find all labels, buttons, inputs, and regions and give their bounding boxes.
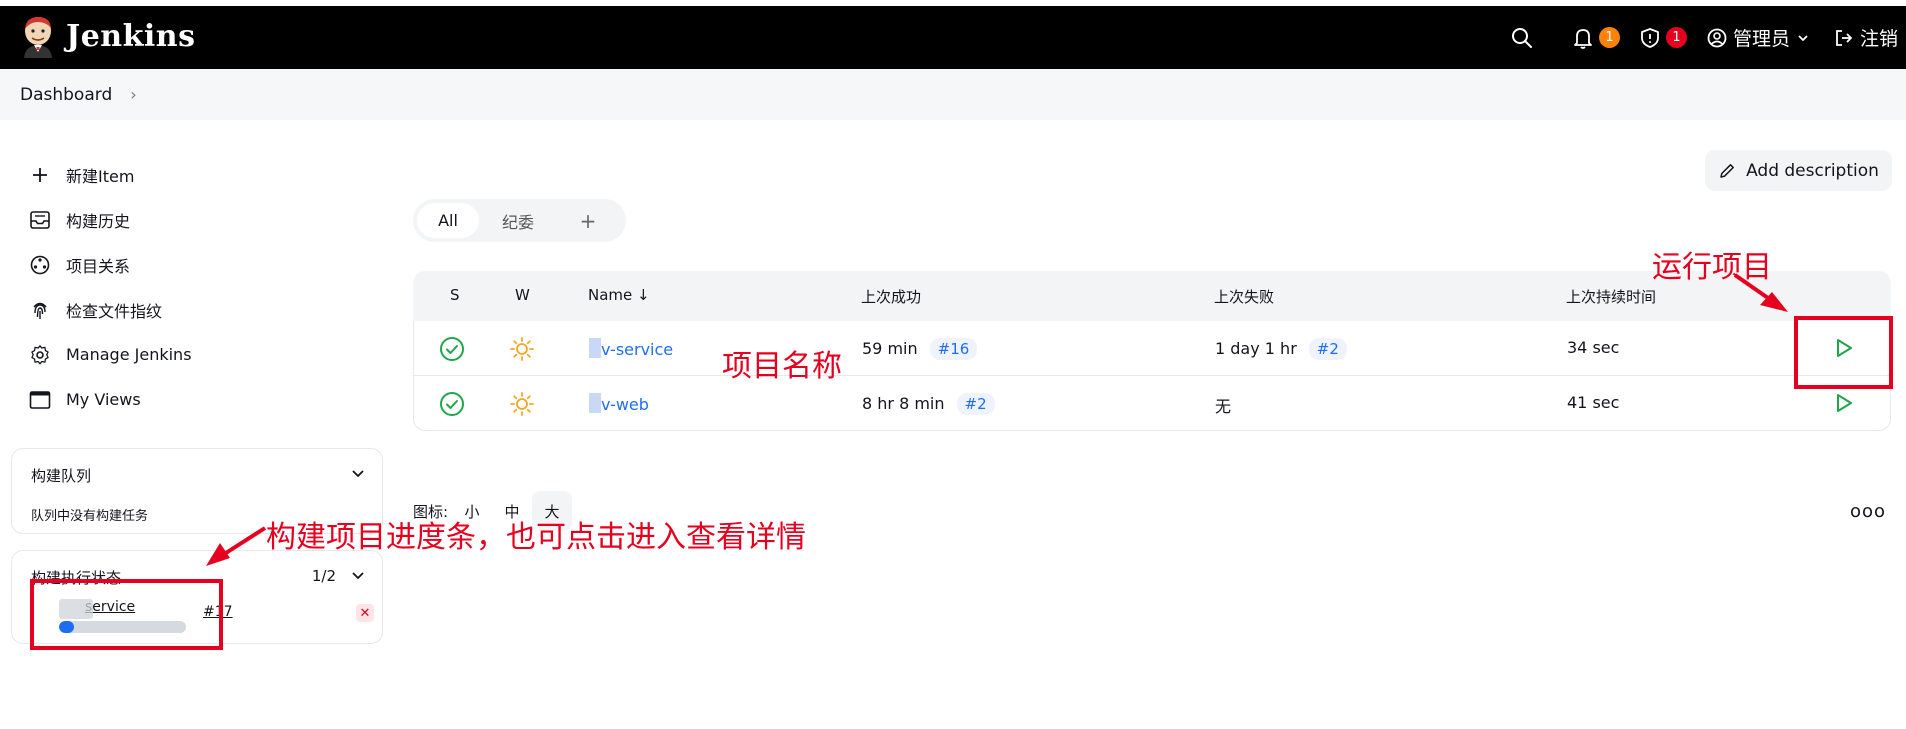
stop-build-button[interactable]: ✕	[356, 604, 374, 622]
annotation-run-project: 运行项目	[1652, 250, 1772, 285]
gear-icon	[28, 343, 52, 367]
jenkins-logo[interactable]: Jenkins	[20, 14, 195, 58]
sunny-weather-icon	[510, 337, 534, 361]
redacted-block	[589, 338, 601, 358]
annotation-box-run	[1794, 316, 1893, 389]
add-description-label: Add description	[1746, 160, 1879, 181]
annotation-project-name: 项目名称	[722, 349, 842, 384]
redacted-block	[589, 393, 601, 413]
pencil-icon	[1720, 163, 1735, 178]
tab-jiwei[interactable]: 纪委	[479, 203, 557, 238]
search-icon	[1511, 27, 1532, 48]
executor-count: 1/2	[311, 567, 336, 585]
sidebar-item-build-history[interactable]: 构建历史	[28, 197, 358, 242]
chevron-right-icon: ›	[130, 85, 137, 104]
history-inbox-icon	[28, 208, 52, 232]
last-success-cell: 59 min #16	[862, 338, 978, 360]
sidebar: 新建Item 构建历史 项目关系 检查文件指纹 Manage Jenkins M…	[28, 152, 358, 422]
last-failure: 无	[1215, 397, 1232, 416]
view-tabs: All 纪委 +	[413, 199, 626, 242]
sidebar-item-label: 构建历史	[66, 211, 131, 231]
job-name: v-web	[601, 395, 649, 414]
table-row: v-web 8 hr 8 min #2 无 41 sec	[414, 376, 1890, 431]
fingerprint-icon	[28, 298, 52, 322]
tab-add-view[interactable]: +	[557, 203, 619, 238]
sidebar-item-new-item[interactable]: 新建Item	[28, 152, 358, 197]
app-name: Jenkins	[66, 18, 196, 54]
close-icon: ✕	[359, 605, 371, 621]
chevron-down-icon[interactable]	[350, 567, 366, 583]
col-name[interactable]: Name ↓	[588, 286, 650, 304]
notifications-button[interactable]: 1	[1573, 27, 1620, 49]
jobs-table: S W Name ↓ 上次成功 上次失败 上次持续时间 v-service 59…	[413, 271, 1891, 431]
job-name: v-service	[601, 340, 674, 359]
sidebar-item-label: 新建Item	[66, 166, 135, 186]
security-button[interactable]: 1	[1640, 27, 1687, 49]
job-name-link[interactable]: v-service	[589, 338, 673, 359]
last-success-build-link[interactable]: #16	[929, 338, 978, 360]
logout-button[interactable]: 注销	[1834, 24, 1898, 51]
last-success-time: 59 min	[862, 339, 918, 358]
last-duration: 34 sec	[1567, 338, 1620, 357]
col-last-success[interactable]: 上次成功	[861, 286, 921, 307]
logout-label: 注销	[1859, 28, 1898, 50]
last-success-time: 8 hr 8 min	[862, 394, 945, 413]
table-body: v-service 59 min #16 1 day 1 hr #2 34 sec …	[413, 321, 1891, 431]
tab-all[interactable]: All	[417, 203, 479, 238]
plus-icon	[28, 163, 52, 187]
col-weather[interactable]: W	[515, 286, 530, 304]
bell-icon	[1574, 28, 1592, 49]
window-icon	[28, 388, 52, 412]
add-description-button[interactable]: Add description	[1705, 150, 1892, 191]
build-queue-title: 构建队列	[31, 467, 92, 485]
user-name: 管理员	[1732, 28, 1790, 50]
job-name-link[interactable]: v-web	[589, 393, 649, 414]
top-header: Jenkins 1 1 管理员 注销	[0, 6, 1906, 69]
last-failure-time: 1 day 1 hr	[1215, 339, 1297, 358]
run-build-button[interactable]	[1832, 391, 1856, 415]
col-last-failure[interactable]: 上次失败	[1214, 286, 1274, 307]
sidebar-item-project-relationship[interactable]: 项目关系	[28, 242, 358, 287]
table-row: v-service 59 min #16 1 day 1 hr #2 34 sec	[414, 321, 1890, 376]
chevron-down-icon[interactable]	[350, 465, 366, 481]
success-check-icon	[440, 337, 464, 361]
last-duration: 41 sec	[1567, 393, 1620, 412]
build-queue-empty: 队列中没有构建任务	[31, 509, 149, 524]
sidebar-item-label: Manage Jenkins	[66, 345, 192, 364]
col-last-duration[interactable]: 上次持续时间	[1566, 286, 1656, 307]
sidebar-item-fingerprint[interactable]: 检查文件指纹	[28, 287, 358, 332]
last-success-build-link[interactable]: #2	[956, 393, 995, 415]
sidebar-item-manage-jenkins[interactable]: Manage Jenkins	[28, 332, 358, 377]
user-menu[interactable]: 管理员	[1707, 24, 1810, 51]
more-options-button[interactable]: ooo	[1850, 501, 1886, 522]
annotation-box-progress	[30, 579, 223, 650]
search-button[interactable]	[1511, 27, 1533, 49]
relationship-icon	[28, 253, 52, 277]
sunny-weather-icon	[510, 392, 534, 416]
security-badge: 1	[1665, 27, 1687, 48]
sidebar-item-label: My Views	[66, 390, 141, 409]
logout-icon	[1836, 29, 1853, 46]
breadcrumb: Dashboard ›	[0, 69, 1906, 120]
last-failure-cell: 1 day 1 hr #2	[1215, 338, 1347, 360]
notifications-badge: 1	[1598, 27, 1620, 48]
col-status[interactable]: S	[450, 286, 460, 304]
last-success-cell: 8 hr 8 min #2	[862, 393, 995, 415]
success-check-icon	[440, 392, 464, 416]
last-failure-build-link[interactable]: #2	[1308, 338, 1347, 360]
sidebar-item-my-views[interactable]: My Views	[28, 377, 358, 422]
jenkins-butler-icon	[24, 17, 52, 58]
annotation-progress-note: 构建项目进度条，也可点击进入查看详情	[266, 520, 806, 555]
breadcrumb-dashboard[interactable]: Dashboard	[20, 85, 112, 105]
user-circle-icon	[1707, 28, 1727, 47]
shield-icon	[1641, 27, 1659, 48]
sidebar-item-label: 检查文件指纹	[66, 301, 163, 321]
sidebar-item-label: 项目关系	[66, 256, 131, 276]
chevron-down-icon	[1798, 34, 1808, 41]
